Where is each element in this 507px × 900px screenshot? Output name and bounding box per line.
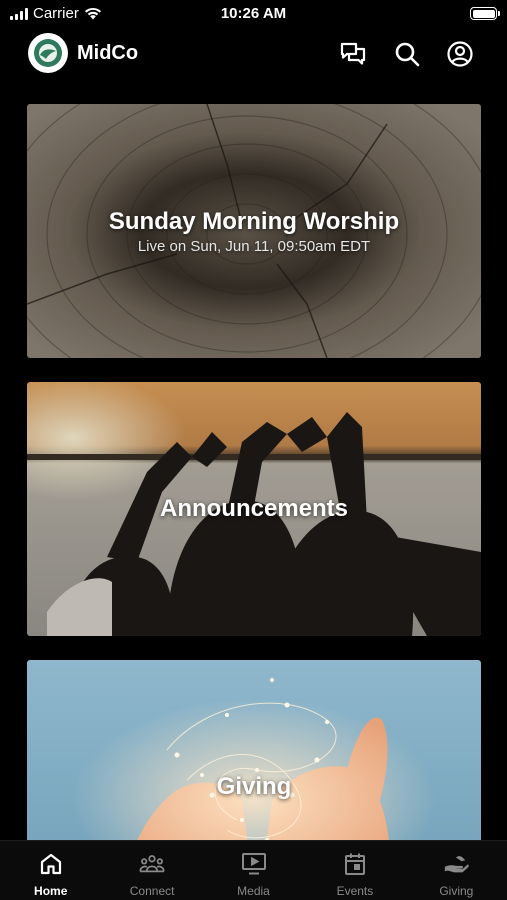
tab-connect-label: Connect <box>129 884 175 898</box>
tab-connect[interactable]: Connect <box>101 841 202 900</box>
search-icon[interactable] <box>392 39 422 69</box>
app-screen: Carrier 10:26 AM MidCo Sunday Morning Wo… <box>0 0 507 900</box>
card-announcements-overlay: Announcements <box>27 382 481 636</box>
card-worship[interactable]: Sunday Morning Worship Live on Sun, Jun … <box>27 104 481 358</box>
app-header: MidCo <box>0 32 507 76</box>
card-worship-subtitle: Live on Sun, Jun 11, 09:50am EDT <box>137 237 371 255</box>
tab-home[interactable]: Home <box>0 841 101 900</box>
profile-icon[interactable] <box>445 39 475 69</box>
tab-media-label: Media <box>237 884 270 898</box>
giving-hand-icon <box>443 851 470 877</box>
battery-icon <box>470 7 500 20</box>
tab-events-label: Events <box>336 884 374 898</box>
app-title: MidCo <box>77 42 139 64</box>
logo-icon[interactable] <box>28 33 68 73</box>
card-giving-title: Giving <box>216 773 292 800</box>
card-worship-overlay: Sunday Morning Worship Live on Sun, Jun … <box>27 104 481 358</box>
card-announcements[interactable]: Announcements <box>27 382 481 636</box>
tab-events[interactable]: Events <box>304 841 405 900</box>
play-screen-icon <box>241 851 267 877</box>
card-worship-title: Sunday Morning Worship <box>108 207 400 235</box>
home-icon <box>38 851 64 877</box>
tab-giving-label: Giving <box>439 884 474 898</box>
tab-giving[interactable]: Giving <box>406 841 507 900</box>
status-time: 10:26 AM <box>220 5 287 22</box>
tab-media[interactable]: Media <box>203 841 304 900</box>
chat-icon[interactable] <box>338 39 368 69</box>
tab-bar: Home Connect Media Events Giving <box>0 840 507 900</box>
card-announcements-title: Announcements <box>159 495 348 522</box>
calendar-icon <box>342 851 368 877</box>
status-bar: Carrier 10:26 AM <box>0 0 507 28</box>
tab-home-label: Home <box>34 884 68 898</box>
people-icon <box>139 851 165 877</box>
